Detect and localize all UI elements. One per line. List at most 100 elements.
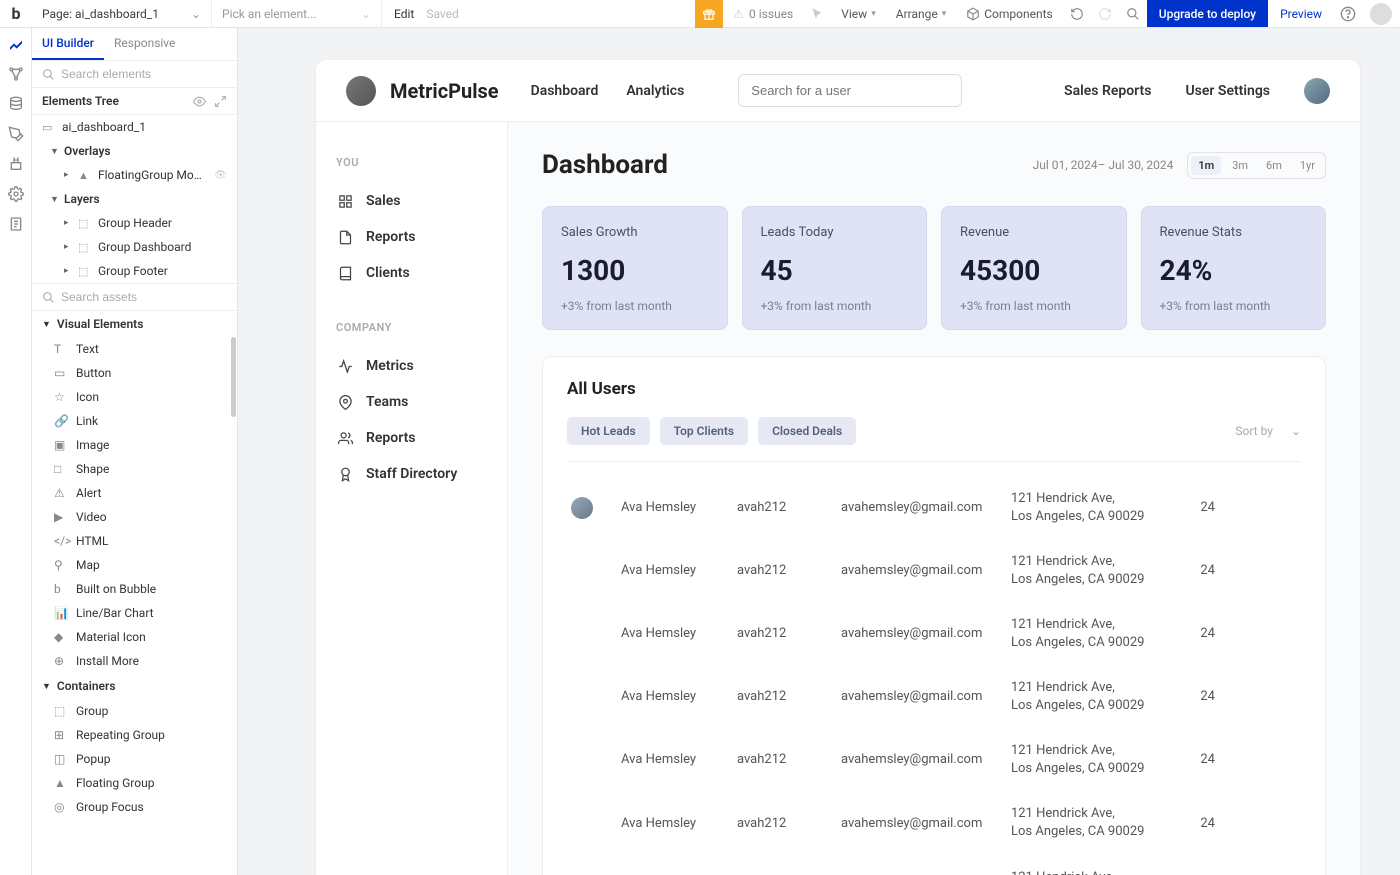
pick-element-selector[interactable]: Pick an element... ⌄	[212, 0, 382, 27]
eye-icon[interactable]	[193, 95, 206, 108]
range-opt-6m[interactable]: 6m	[1259, 156, 1289, 175]
visual-elements-header[interactable]: ▼ Visual Elements	[32, 311, 237, 337]
palette-button[interactable]: ▭Button	[32, 361, 237, 385]
user-row[interactable]: Ava Hemsleyavah212avahemsley@gmail.com12…	[567, 728, 1301, 791]
arrange-menu[interactable]: Arrange ▾	[886, 0, 957, 27]
palette-html[interactable]: </>HTML	[32, 529, 237, 553]
user-row[interactable]: Ava Hemsleyavah212avahemsley@gmail.com12…	[567, 665, 1301, 728]
rail-data-icon[interactable]	[8, 96, 24, 112]
saved-status: Saved	[426, 7, 458, 21]
range-opt-1yr[interactable]: 1yr	[1293, 156, 1322, 175]
palette-material-icon[interactable]: ◆Material Icon	[32, 625, 237, 649]
nav-analytics[interactable]: Analytics	[626, 83, 684, 99]
range-opt-3m[interactable]: 3m	[1225, 156, 1255, 175]
palette-built-on-bubble[interactable]: bBuilt on Bubble	[32, 577, 237, 601]
tree-node-floating-group[interactable]: ▸ ▲ FloatingGroup Mobile Me... 👁	[32, 163, 237, 187]
palette-floating-group[interactable]: ▲Floating Group	[32, 771, 237, 795]
gift-icon[interactable]	[695, 0, 723, 28]
sidebar-item-metrics[interactable]: Metrics	[332, 348, 491, 384]
expand-icon[interactable]	[214, 95, 227, 108]
caret-down-icon: ▼	[50, 146, 58, 157]
tree-node-group-header[interactable]: ▸ ⬚ Group Header	[32, 211, 237, 235]
palette-group[interactable]: ⬚Group	[32, 699, 237, 723]
redo-icon[interactable]	[1091, 0, 1119, 27]
sidebar-item-reports[interactable]: Reports	[332, 219, 491, 255]
palette-text[interactable]: TText	[32, 337, 237, 361]
tree-node-overlays[interactable]: ▼ Overlays	[32, 139, 237, 163]
scrollbar[interactable]	[231, 337, 236, 417]
palette-icon[interactable]: ☆Icon	[32, 385, 237, 409]
sidebar-item-clients[interactable]: Clients	[332, 255, 491, 291]
palette-chart[interactable]: 📊Line/Bar Chart	[32, 601, 237, 625]
rail-workflow-icon[interactable]	[8, 66, 24, 82]
palette-shape[interactable]: □Shape	[32, 457, 237, 481]
components-button[interactable]: Components	[956, 0, 1063, 27]
user-row[interactable]: Ava Hemsleyavah212avahemsley@gmail.com12…	[567, 539, 1301, 602]
sidebar-item-teams[interactable]: Teams	[332, 384, 491, 420]
search-user-input[interactable]	[738, 74, 962, 107]
upgrade-button[interactable]: Upgrade to deploy	[1147, 0, 1268, 27]
rail-plugins-icon[interactable]	[8, 156, 24, 172]
user-username: avah212	[737, 752, 841, 767]
palette-video[interactable]: ▶Video	[32, 505, 237, 529]
range-opt-1m[interactable]: 1m	[1191, 156, 1221, 175]
palette-map[interactable]: ⚲Map	[32, 553, 237, 577]
tree-node-page[interactable]: ▭ ai_dashboard_1	[32, 115, 237, 139]
sidebar-item-sales[interactable]: Sales	[332, 183, 491, 219]
issues-button[interactable]: ⚠ 0 issues	[723, 7, 803, 21]
user-row[interactable]: Ava Hemsleyavah212avahemsley@gmail.com12…	[567, 602, 1301, 665]
palette-install-more[interactable]: ⊕Install More	[32, 649, 237, 673]
nav-dashboard[interactable]: Dashboard	[531, 83, 599, 99]
search-elements-input[interactable]	[61, 67, 227, 81]
tab-ui-builder[interactable]: UI Builder	[32, 28, 104, 60]
chip-closed-deals[interactable]: Closed Deals	[758, 417, 856, 445]
sidebar-item-staff-directory[interactable]: Staff Directory	[332, 456, 491, 492]
containers-header[interactable]: ▼ Containers	[32, 673, 237, 699]
cursor-icon[interactable]	[803, 0, 831, 27]
bubble-logo[interactable]: b	[0, 4, 32, 23]
preview-button[interactable]: Preview	[1268, 7, 1334, 21]
view-menu[interactable]: View ▾	[831, 0, 885, 27]
page-selector[interactable]: Page: ai_dashboard_1 ⌄	[32, 0, 212, 27]
palette-image[interactable]: ▣Image	[32, 433, 237, 457]
sort-by-dropdown[interactable]: Sort by ⌄	[1235, 424, 1301, 438]
rail-design-icon[interactable]	[8, 36, 24, 52]
canvas[interactable]: MetricPulse Dashboard Analytics Sales Re…	[238, 28, 1400, 875]
undo-icon[interactable]	[1063, 0, 1091, 27]
palette-group-focus[interactable]: ◎Group Focus	[32, 795, 237, 819]
tree-node-group-dashboard[interactable]: ▸ ⬚ Group Dashboard	[32, 235, 237, 259]
rail-settings-icon[interactable]	[8, 186, 24, 202]
user-address: 121 Hendrick Ave,Los Angeles, CA 90029	[1011, 490, 1175, 525]
floating-group-icon: ▲	[78, 169, 92, 182]
edit-mode-label[interactable]: Edit	[382, 7, 426, 21]
nav-user-settings[interactable]: User Settings	[1185, 83, 1270, 99]
user-avatar	[571, 686, 593, 708]
header-avatar[interactable]	[1304, 78, 1330, 104]
palette-repeating-group[interactable]: ⊞Repeating Group	[32, 723, 237, 747]
palette-popup[interactable]: ◫Popup	[32, 747, 237, 771]
card-revenue[interactable]: Revenue 45300 +3% from last month	[941, 206, 1127, 330]
card-sales-growth[interactable]: Sales Growth 1300 +3% from last month	[542, 206, 728, 330]
user-row[interactable]: Ava Hemsleyavah212avahemsley@gmail.com12…	[567, 791, 1301, 854]
chip-hot-leads[interactable]: Hot Leads	[567, 417, 650, 445]
palette-link[interactable]: 🔗Link	[32, 409, 237, 433]
rail-logs-icon[interactable]	[8, 216, 24, 232]
rail-styles-icon[interactable]	[8, 126, 24, 142]
search-assets-input[interactable]	[61, 290, 227, 304]
search-assets-row	[32, 283, 237, 311]
card-revenue-stats[interactable]: Revenue Stats 24% +3% from last month	[1141, 206, 1327, 330]
search-icon[interactable]	[1119, 0, 1147, 27]
nav-sales-reports[interactable]: Sales Reports	[1064, 83, 1151, 99]
user-row[interactable]: Ava Hemsleyavah212avahemsley@gmail.com12…	[567, 476, 1301, 539]
help-icon[interactable]	[1334, 0, 1362, 27]
chip-top-clients[interactable]: Top Clients	[660, 417, 748, 445]
tree-node-layers[interactable]: ▼ Layers	[32, 187, 237, 211]
page-selector-label: Page: ai_dashboard_1	[42, 7, 159, 21]
tree-node-group-footer[interactable]: ▸ ⬚ Group Footer	[32, 259, 237, 283]
sidebar-item-reports-company[interactable]: Reports	[332, 420, 491, 456]
palette-alert[interactable]: ⚠Alert	[32, 481, 237, 505]
user-row[interactable]: Ava Hemsleyavah212avahemsley@gmail.com12…	[567, 855, 1301, 875]
card-leads-today[interactable]: Leads Today 45 +3% from last month	[742, 206, 928, 330]
tab-responsive[interactable]: Responsive	[104, 28, 185, 60]
user-avatar[interactable]	[1370, 3, 1392, 25]
